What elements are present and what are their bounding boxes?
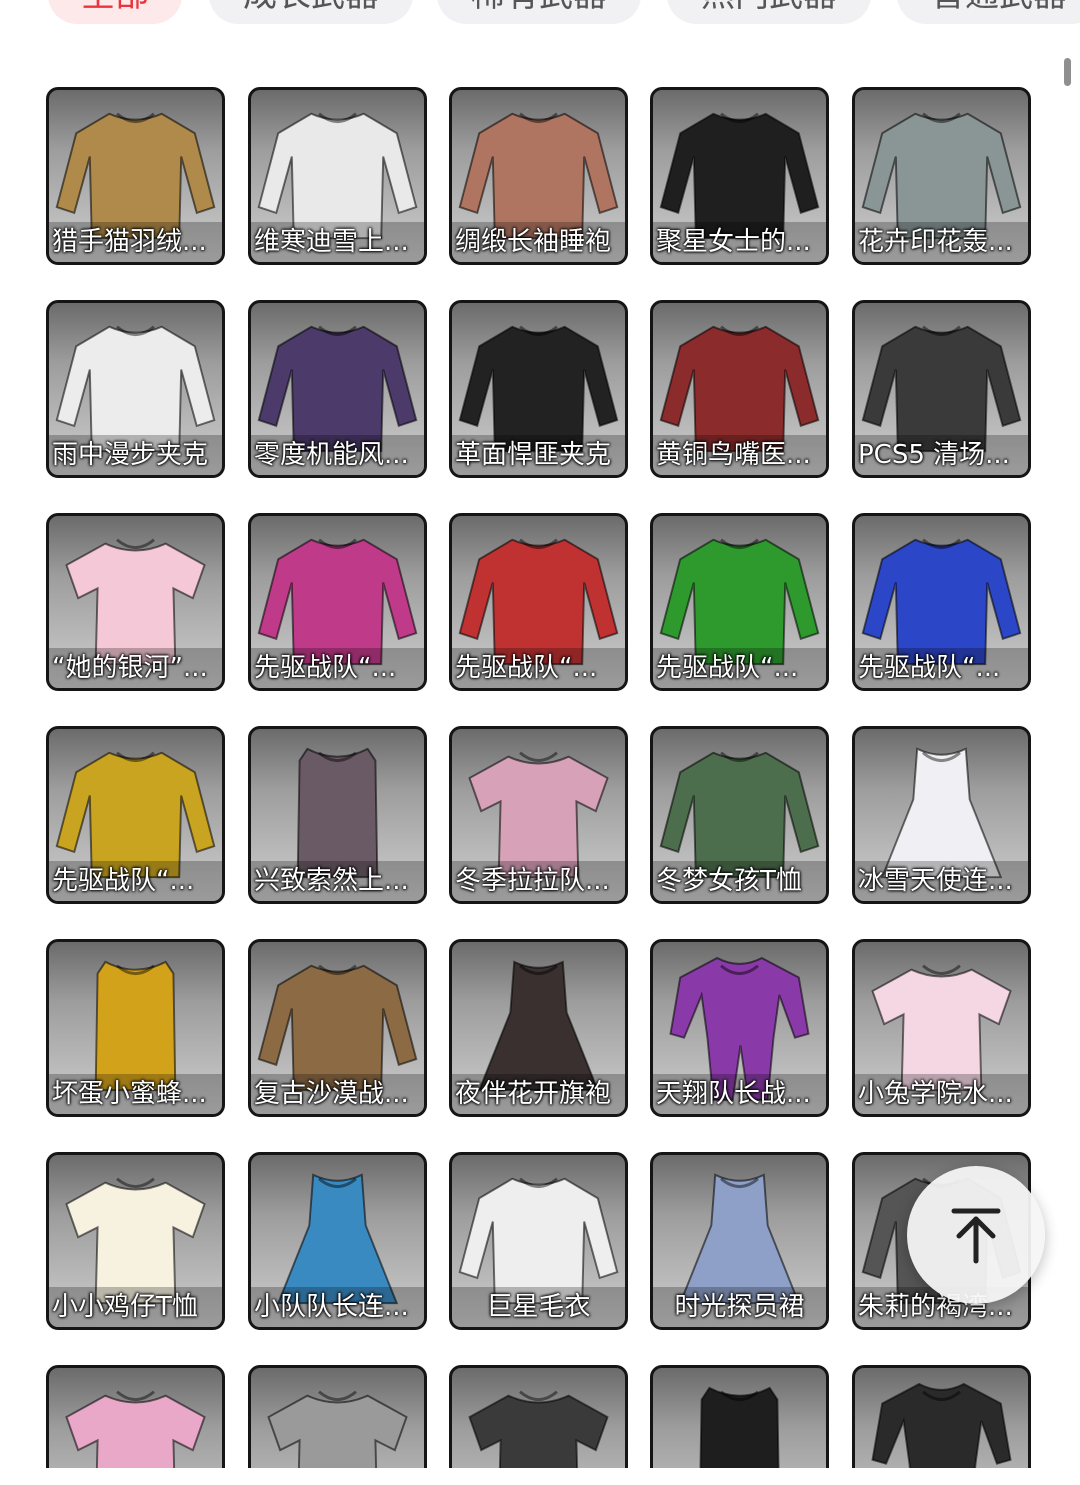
item-card[interactable]: 时光探员裙 bbox=[650, 1152, 829, 1330]
item-name: 先驱战队“... bbox=[653, 648, 826, 688]
item-card[interactable]: 兴致索然上... bbox=[248, 726, 427, 904]
item-card[interactable]: 先驱战队“... bbox=[650, 513, 829, 691]
crop-top-icon bbox=[267, 1390, 408, 1468]
item-card[interactable]: 零度机能风... bbox=[248, 300, 427, 478]
item-card[interactable]: 小小鸡仔T恤 bbox=[46, 1152, 225, 1330]
item-card[interactable]: PCS5 清场... bbox=[852, 300, 1031, 478]
back-to-top-button[interactable] bbox=[907, 1166, 1045, 1304]
t-shirt-icon bbox=[65, 1390, 206, 1468]
item-name: 先驱战队“... bbox=[49, 861, 222, 901]
item-card[interactable]: 冬季拉拉队... bbox=[449, 726, 628, 904]
item-name: 革面悍匪夹克 bbox=[452, 435, 625, 475]
item-card[interactable]: 聚星女士的... bbox=[650, 87, 829, 265]
tank-top-icon bbox=[699, 1386, 780, 1468]
item-name: 冬季拉拉队... bbox=[452, 861, 625, 901]
item-name: 聚星女士的... bbox=[653, 222, 826, 262]
item-name: 小小鸡仔T恤 bbox=[49, 1287, 222, 1327]
item-name: PCS5 清场... bbox=[855, 435, 1028, 475]
item-card[interactable]: 先驱战队“... bbox=[852, 513, 1031, 691]
item-card[interactable]: 冰雪天使连... bbox=[852, 726, 1031, 904]
item-name: 时光探员裙 bbox=[653, 1287, 826, 1327]
item-card[interactable]: 革面悍匪夹克 bbox=[449, 300, 628, 478]
item-name: 小兔学院水... bbox=[855, 1074, 1028, 1114]
item-name: 夜伴花开旗袍 bbox=[452, 1074, 625, 1114]
item-card[interactable]: 巨星毛衣 bbox=[449, 1152, 628, 1330]
item-name: 黄铜鸟嘴医... bbox=[653, 435, 826, 475]
item-card[interactable]: 夜伴花开旗袍 bbox=[449, 939, 628, 1117]
item-card[interactable]: 冬梦女孩T恤 bbox=[650, 726, 829, 904]
item-card[interactable] bbox=[46, 1365, 225, 1468]
item-card[interactable]: 维寒迪雪上... bbox=[248, 87, 427, 265]
item-card[interactable]: 小兔学院水... bbox=[852, 939, 1031, 1117]
item-card[interactable]: 天翔队长战... bbox=[650, 939, 829, 1117]
item-card[interactable]: 先驱战队“... bbox=[46, 726, 225, 904]
item-name: “她的银河”... bbox=[49, 648, 222, 688]
item-card[interactable]: “她的银河”... bbox=[46, 513, 225, 691]
arrow-up-to-top-icon bbox=[951, 1208, 1001, 1264]
item-name: 绸缎长袖睡袍 bbox=[452, 222, 625, 262]
item-card[interactable]: 先驱战队“... bbox=[248, 513, 427, 691]
item-name: 先驱战队“... bbox=[251, 648, 424, 688]
item-name: 零度机能风... bbox=[251, 435, 424, 475]
item-card[interactable] bbox=[852, 1365, 1031, 1468]
item-card[interactable]: 坏蛋小蜜蜂... bbox=[46, 939, 225, 1117]
item-name: 先驱战队“... bbox=[855, 648, 1028, 688]
item-name: 先驱战队“... bbox=[452, 648, 625, 688]
item-name: 猎手猫羽绒... bbox=[49, 222, 222, 262]
item-card[interactable] bbox=[248, 1365, 427, 1468]
item-card[interactable]: 猎手猫羽绒... bbox=[46, 87, 225, 265]
item-name: 冬梦女孩T恤 bbox=[653, 861, 826, 901]
item-card[interactable]: 黄铜鸟嘴医... bbox=[650, 300, 829, 478]
item-card[interactable]: 小队队长连... bbox=[248, 1152, 427, 1330]
item-card[interactable] bbox=[449, 1365, 628, 1468]
item-card[interactable]: 复古沙漠战... bbox=[248, 939, 427, 1117]
lace-top-icon bbox=[468, 1390, 609, 1468]
item-name: 天翔队长战... bbox=[653, 1074, 826, 1114]
item-name: 巨星毛衣 bbox=[452, 1287, 625, 1327]
item-card[interactable]: 绸缎长袖睡袍 bbox=[449, 87, 628, 265]
item-name: 坏蛋小蜜蜂... bbox=[49, 1074, 222, 1114]
item-name: 冰雪天使连... bbox=[855, 861, 1028, 901]
item-name: 小队队长连... bbox=[251, 1287, 424, 1327]
item-name: 花卉印花轰... bbox=[855, 222, 1028, 262]
item-name: 维寒迪雪上... bbox=[251, 222, 424, 262]
bodysuit-icon bbox=[871, 1382, 1012, 1468]
item-name: 复古沙漠战... bbox=[251, 1074, 424, 1114]
item-name: 兴致索然上... bbox=[251, 861, 424, 901]
item-card[interactable] bbox=[650, 1365, 829, 1468]
item-card[interactable]: 先驱战队“... bbox=[449, 513, 628, 691]
item-name: 雨中漫步夹克 bbox=[49, 435, 222, 475]
item-card[interactable]: 花卉印花轰... bbox=[852, 87, 1031, 265]
item-card[interactable]: 雨中漫步夹克 bbox=[46, 300, 225, 478]
